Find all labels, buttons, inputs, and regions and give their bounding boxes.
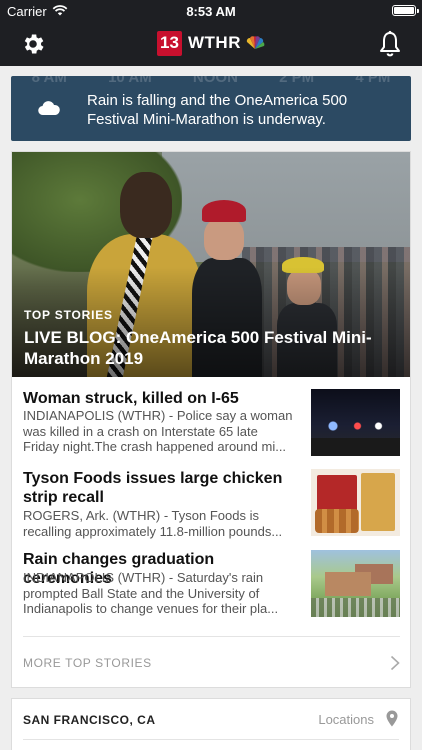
divider (23, 739, 399, 740)
map-pin-icon[interactable] (386, 710, 398, 727)
story-thumbnail[interactable] (311, 550, 400, 617)
story-summary-line: Friday night.The crash happened around m… (23, 439, 287, 455)
more-top-stories-label: MORE TOP STORIES (23, 656, 152, 670)
story-summary-line: prompted Ball State and the University o… (23, 585, 260, 601)
top-stories-card: TOP STORIES LIVE BLOG: OneAmerica 500 Fe… (11, 151, 411, 688)
story-summary-line: INDIANAPOLIS (WTHR) - Police say a woman (23, 408, 293, 423)
weather-hour: 2 PM (279, 76, 315, 86)
story-summary: ROGERS, Ark. (WTHR) - Tyson Foods is rec… (23, 508, 303, 539)
story-headline[interactable]: Woman struck, killed on I-65 (23, 389, 303, 408)
weather-message: Rain is falling and the OneAmerica 500 F… (87, 92, 348, 128)
logo-channel-number: 13 (157, 30, 182, 56)
cloud-icon (38, 101, 60, 116)
weather-hour: NOON (192, 76, 238, 86)
story-thumbnail[interactable] (311, 389, 400, 456)
location-city: SAN FRANCISCO, CA (23, 713, 156, 727)
weather-hour: 8 AM (31, 76, 67, 86)
bell-icon[interactable] (378, 30, 402, 58)
more-top-stories-link[interactable]: MORE TOP STORIES (23, 636, 400, 688)
wthr-logo: 13 WTHR (157, 30, 266, 56)
locations-link[interactable]: Locations (318, 712, 374, 727)
weather-banner[interactable]: 8 AM 10 AM NOON 2 PM 4 PM Rain is fallin… (11, 76, 411, 141)
story-thumbnail[interactable] (311, 469, 400, 536)
story-item[interactable]: Tyson Foods issues large chicken strip r… (23, 469, 400, 539)
weather-hour-strip: 8 AM 10 AM NOON 2 PM 4 PM (11, 76, 411, 86)
story-summary-line: recalling approximately 11.8-million pou… (23, 523, 283, 539)
app-header: Carrier 8:53 AM 13 WTHR (0, 0, 422, 66)
story-summary-line: was killed in a crash on Interstate 65 l… (23, 423, 258, 439)
location-card: SAN FRANCISCO, CA Locations (11, 698, 411, 750)
nbc-peacock-icon (246, 36, 265, 49)
status-bar: Carrier 8:53 AM (0, 0, 422, 22)
logo-station-name: WTHR (188, 33, 241, 52)
hero-headline[interactable]: LIVE BLOG: OneAmerica 500 Festival Mini-… (24, 327, 399, 369)
story-summary-line: Indianapolis to change venues for their … (23, 601, 279, 617)
story-item[interactable]: Woman struck, killed on I-65 INDIANAPOLI… (23, 389, 400, 459)
weather-hour: 4 PM (355, 76, 391, 86)
weather-hour: 10 AM (108, 76, 152, 86)
gear-icon[interactable] (20, 31, 46, 57)
story-summary: INDIANAPOLIS (WTHR) - Saturday's rain pr… (23, 570, 303, 617)
story-headline[interactable]: Tyson Foods issues large chicken strip r… (23, 469, 303, 507)
story-summary: INDIANAPOLIS (WTHR) - Police say a woman… (23, 408, 303, 455)
chevron-right-icon (390, 655, 400, 671)
battery-icon (392, 5, 419, 16)
status-time: 8:53 AM (186, 4, 236, 19)
story-summary-line: INDIANAPOLIS (WTHR) - Saturday's rain (23, 570, 264, 585)
hero-story[interactable]: TOP STORIES LIVE BLOG: OneAmerica 500 Fe… (12, 152, 410, 377)
story-item[interactable]: Rain changes graduation ceremonies INDIA… (23, 550, 400, 620)
hero-section-label: TOP STORIES (24, 308, 113, 322)
story-summary-line: ROGERS, Ark. (WTHR) - Tyson Foods is (23, 508, 259, 523)
